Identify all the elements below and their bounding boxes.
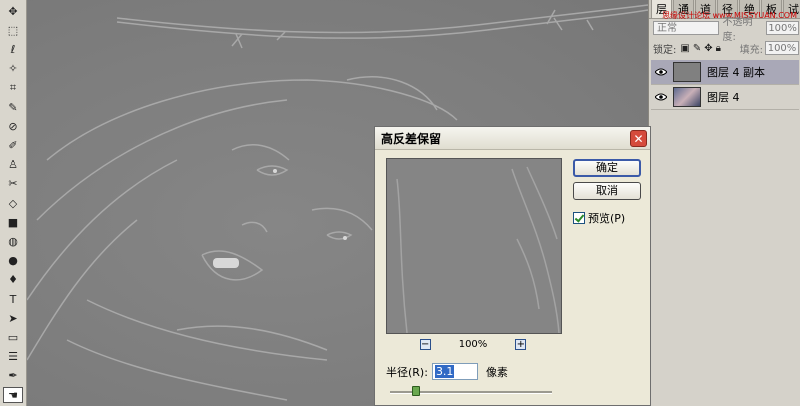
toolbox: ✥ ⬚ ℓ ✧ ⌗ ✎ ⊘ ✐ ♙ ✂ ◇ ■ ◍ ● ♦ T ➤ ▭ ☰ ✒ ☚	[0, 0, 27, 406]
layer-row-4[interactable]: 图层 4	[651, 85, 799, 110]
pen-tool-icon[interactable]: ♦	[3, 272, 23, 288]
hand-tool-icon[interactable]: ☚	[3, 387, 23, 403]
layer-thumbnail	[673, 87, 701, 107]
shape-tool-icon[interactable]: ▭	[3, 329, 23, 345]
preview-checkbox[interactable]	[573, 212, 585, 224]
radius-row: 半径(R): 3.1 像素	[386, 363, 508, 380]
zoom-out-button[interactable]: −	[419, 338, 431, 350]
eyedropper-tool-icon[interactable]: ✒	[3, 368, 23, 384]
history-brush-tool-icon[interactable]: ✂	[3, 176, 23, 192]
zoom-value: 100%	[458, 338, 488, 350]
slice-tool-icon[interactable]: ✎	[3, 99, 23, 115]
preview-label: 预览(P)	[588, 212, 626, 225]
layer-name: 图层 4 副本	[707, 66, 765, 79]
layer-thumbnail	[673, 62, 701, 82]
preview-image	[396, 166, 560, 333]
eraser-tool-icon[interactable]: ◇	[3, 195, 23, 211]
slider-thumb[interactable]	[411, 386, 420, 396]
lock-row: 锁定: ▣ ✎ ✥ 🔒︎ 填充: 100%	[653, 40, 799, 56]
cancel-button[interactable]: 取消	[573, 182, 641, 200]
healing-brush-tool-icon[interactable]: ⊘	[3, 118, 23, 134]
brush-tool-icon[interactable]: ✐	[3, 137, 23, 153]
zoom-in-button[interactable]: +	[515, 338, 527, 350]
filter-preview[interactable]	[386, 158, 562, 334]
lock-label: 锁定:	[653, 44, 677, 56]
crop-tool-icon[interactable]: ⌗	[3, 80, 23, 96]
dialog-title: 高反差保留	[375, 127, 650, 150]
gradient-tool-icon[interactable]: ■	[3, 214, 23, 230]
lasso-tool-icon[interactable]: ℓ	[3, 41, 23, 57]
lock-all-icon[interactable]: 🔒︎	[716, 43, 721, 54]
zoom-row: − 100% +	[386, 337, 560, 351]
high-pass-dialog: 高反差保留 ✕ 确定 取消 预览(P) − 100% + 半径(R): 3.1 …	[374, 126, 651, 406]
opacity-label: 不透明度:	[722, 17, 753, 43]
notes-tool-icon[interactable]: ☰	[3, 349, 23, 365]
marquee-tool-icon[interactable]: ⬚	[3, 22, 23, 38]
fill-label: 填充:	[739, 44, 763, 56]
blend-mode-select[interactable]: 正常	[653, 21, 719, 35]
radius-unit: 像素	[485, 365, 508, 379]
dodge-tool-icon[interactable]: ●	[3, 253, 23, 269]
opacity-input[interactable]: 100%	[766, 21, 799, 35]
lock-position-icon[interactable]: ✥	[704, 43, 712, 54]
layer-row-4-copy[interactable]: 图层 4 副本	[651, 60, 799, 85]
clone-stamp-tool-icon[interactable]: ♙	[3, 157, 23, 173]
eye-icon[interactable]	[653, 64, 669, 80]
layer-name: 图层 4	[707, 91, 740, 104]
ok-button[interactable]: 确定	[573, 159, 641, 177]
layers-panel: 图层通道径绝板试 思缘设计论坛 www.MISSYUAN.COM 正常 不透明度…	[648, 0, 800, 406]
blur-tool-icon[interactable]: ◍	[3, 233, 23, 249]
fill-input[interactable]: 100%	[765, 41, 799, 55]
path-selection-tool-icon[interactable]: ➤	[3, 310, 23, 326]
close-icon[interactable]: ✕	[630, 130, 647, 147]
eye-icon[interactable]	[653, 89, 669, 105]
move-tool-icon[interactable]: ✥	[3, 3, 23, 19]
type-tool-icon[interactable]: T	[3, 291, 23, 307]
lock-transparent-icon[interactable]: ▣	[680, 43, 689, 54]
radius-label: 半径(R):	[386, 365, 428, 379]
magic-wand-tool-icon[interactable]: ✧	[3, 61, 23, 77]
lock-image-icon[interactable]: ✎	[693, 43, 701, 54]
preview-checkbox-row[interactable]: 预览(P)	[573, 210, 625, 226]
blend-row: 正常 不透明度: 100%	[653, 17, 799, 43]
radius-value: 3.1	[434, 365, 455, 378]
radius-slider[interactable]	[390, 386, 552, 396]
radius-input[interactable]: 3.1	[431, 363, 478, 380]
